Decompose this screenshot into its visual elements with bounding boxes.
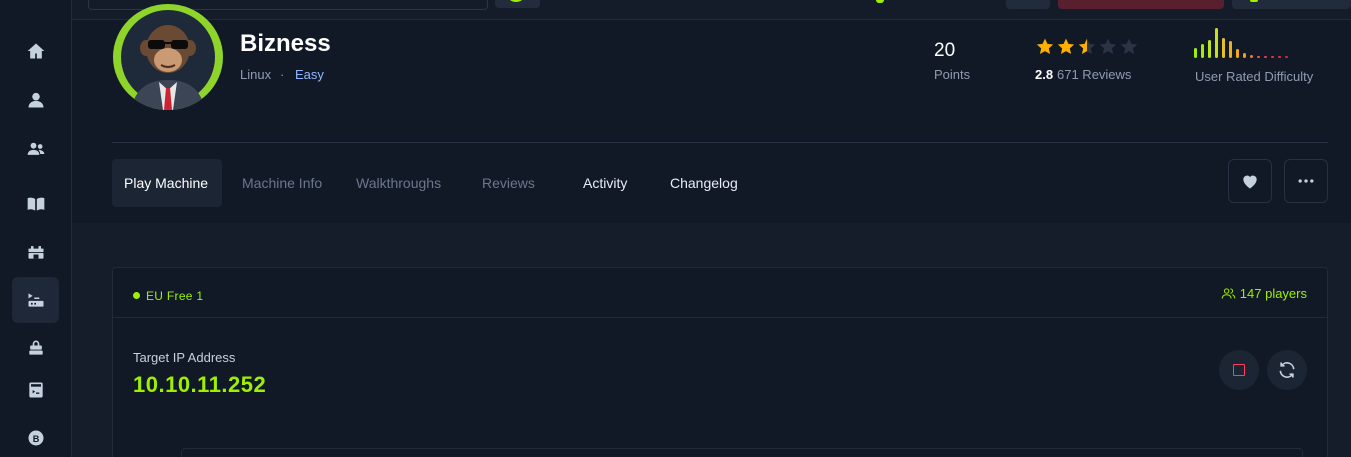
difficulty-bar [1250, 55, 1253, 58]
server-name: EU Free 1 [146, 289, 204, 303]
difficulty-bar [1264, 56, 1267, 58]
star-icon [1036, 38, 1054, 54]
star-icon [1078, 38, 1096, 54]
difficulty-bar [1208, 40, 1211, 58]
players-label: 147 players [1239, 286, 1307, 301]
sidebar-item-dashboard[interactable] [12, 28, 59, 74]
points-label: Points [934, 67, 971, 82]
stop-icon [1233, 364, 1245, 376]
machine-difficulty: Easy [295, 67, 324, 82]
tab-machine-info[interactable]: Machine Info [242, 159, 322, 207]
more-icon [1298, 179, 1314, 183]
vpn-status-button[interactable] [495, 0, 540, 8]
connection-box [181, 448, 1303, 457]
terminal-server-icon [28, 293, 43, 307]
heart-icon [1243, 175, 1257, 189]
refresh-icon [1279, 362, 1295, 378]
sidebar-item-machines[interactable] [12, 277, 59, 323]
difficulty-bar [1229, 41, 1232, 58]
vpn-icon [506, 0, 526, 2]
castle-icon [28, 246, 43, 259]
stop-machine-button[interactable] [1219, 350, 1259, 390]
players-count: 147 players [1221, 286, 1307, 301]
machine-os: Linux [240, 67, 272, 82]
book-icon [27, 197, 44, 211]
meta-separator: · [280, 67, 285, 82]
points-value: 20 [934, 40, 956, 61]
difficulty-bar [1201, 44, 1204, 58]
sidebar-item-labs[interactable] [12, 229, 59, 275]
connect-icon [1250, 0, 1258, 2]
favorite-button[interactable] [1228, 159, 1272, 203]
sidebar-item-profile[interactable] [12, 77, 59, 123]
tab-reviews[interactable]: Reviews [482, 159, 535, 207]
users-icon [27, 142, 44, 155]
top-button[interactable] [1006, 0, 1050, 9]
more-button[interactable] [1284, 159, 1328, 203]
tab-play-machine[interactable]: Play Machine [112, 159, 222, 207]
top-action-button[interactable] [1058, 0, 1224, 9]
user-icon [28, 92, 43, 108]
header-divider [112, 142, 1328, 143]
b-coin-icon: B [28, 430, 43, 446]
svg-text:B: B [32, 434, 39, 444]
home-icon [27, 43, 44, 59]
star-icon [1120, 38, 1138, 54]
reviews-count: 671 Reviews [1057, 67, 1132, 82]
machine-name: Bizness [240, 30, 331, 57]
machine-avatar [113, 4, 223, 110]
sidebar: B [0, 0, 72, 457]
difficulty-bar [1271, 56, 1274, 58]
panel-header: EU Free 1 147 players [113, 268, 1327, 318]
difficulty-bar [1285, 56, 1288, 58]
lock-server-icon [28, 340, 43, 355]
sidebar-item-academy[interactable] [12, 181, 59, 227]
rating-value: 2.8 [1035, 67, 1054, 82]
difficulty-chart [1194, 28, 1288, 58]
difficulty-bar [1257, 56, 1260, 58]
target-ip: 10.10.11.252 [133, 372, 267, 397]
star-icon [1099, 38, 1117, 54]
difficulty-bar [1222, 38, 1225, 58]
difficulty-bar [1243, 53, 1246, 58]
sidebar-item-teams[interactable] [12, 126, 59, 172]
sidebar-item-prolabs[interactable] [12, 325, 59, 371]
star-icon [1057, 38, 1075, 54]
difficulty-bar [1236, 49, 1239, 58]
tab-activity[interactable]: Activity [583, 159, 627, 207]
server-status-dot [133, 292, 140, 299]
code-file-icon [28, 382, 43, 398]
ip-label: Target IP Address [133, 350, 236, 365]
difficulty-bar [1215, 28, 1218, 58]
top-connect-button[interactable] [1232, 0, 1351, 9]
sidebar-item-challenges[interactable] [12, 367, 59, 413]
difficulty-label: User Rated Difficulty [1195, 69, 1314, 84]
difficulty-bar [1194, 48, 1197, 58]
rating-stars [1035, 37, 1139, 57]
users-icon [1221, 288, 1236, 299]
play-panel: EU Free 1 147 players Target IP Address … [112, 267, 1328, 457]
tab-walkthroughs[interactable]: Walkthroughs [356, 159, 441, 207]
tab-changelog[interactable]: Changelog [670, 159, 738, 207]
sidebar-item-billing[interactable]: B [12, 415, 59, 457]
reset-machine-button[interactable] [1267, 350, 1307, 390]
difficulty-bar [1278, 56, 1281, 58]
